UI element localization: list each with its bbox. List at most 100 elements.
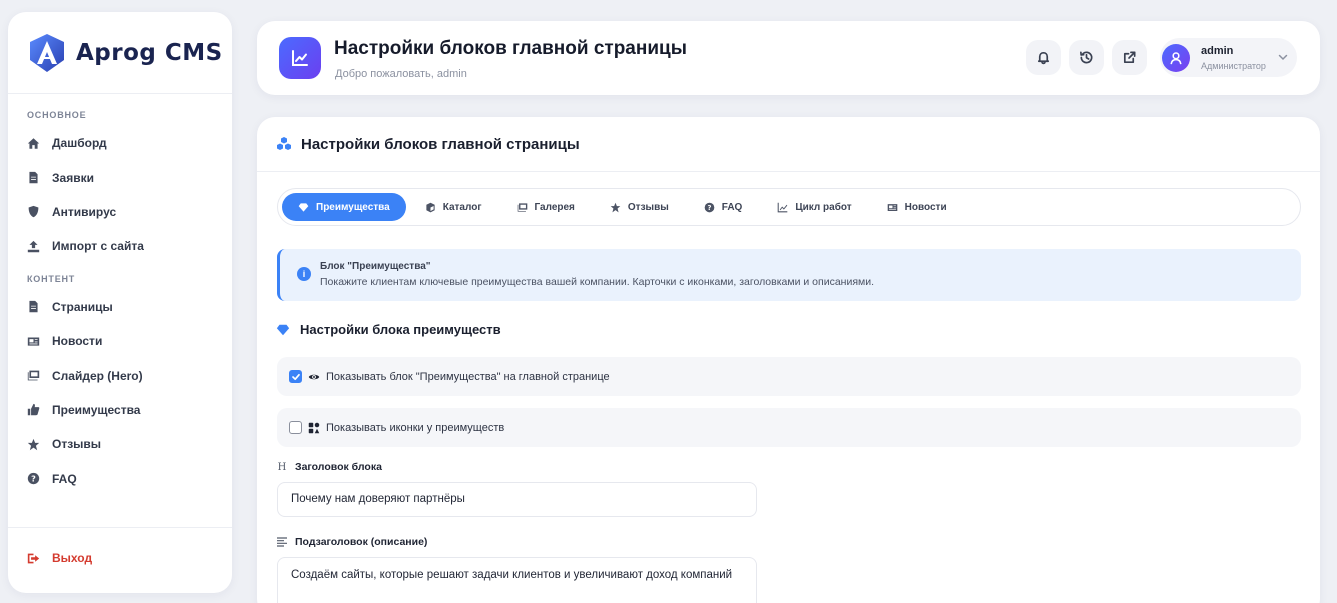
- open-site-button[interactable]: [1112, 40, 1147, 75]
- history-button[interactable]: [1069, 40, 1104, 75]
- chevron-down-icon: [1278, 54, 1288, 61]
- icons-icon: [308, 422, 320, 433]
- home-icon: [27, 137, 40, 150]
- page-title: Настройки блоков главной страницы: [334, 38, 687, 59]
- question-icon: ?: [704, 202, 715, 212]
- sidebar-item-antivirus[interactable]: Антивирус: [8, 195, 232, 229]
- file-icon: [27, 300, 40, 313]
- images-icon: [517, 202, 527, 212]
- sidebar-item-label: Преимущества: [52, 402, 141, 417]
- brand-name: Aprog CMS: [76, 39, 223, 66]
- logout-icon: [27, 553, 40, 563]
- user-icon: [1170, 51, 1182, 64]
- tab-label: Отзывы: [627, 201, 669, 213]
- show-icons-label: Показывать иконки у преимуществ: [326, 421, 505, 434]
- tab-label: Преимущества: [316, 201, 390, 213]
- page-subtitle: Добро пожаловать, admin: [335, 68, 467, 80]
- section-title: Настройки блока преимуществ: [276, 322, 501, 337]
- subheading-label-text: Подзаголовок (описание): [295, 536, 428, 548]
- heading-input[interactable]: Почему нам доверяют партнёры: [277, 482, 757, 517]
- show-icons-toggle[interactable]: Показывать иконки у преимуществ: [277, 408, 1301, 447]
- show-block-label: Показывать блок "Преимущества" на главно…: [326, 370, 610, 383]
- sidebar-item-label: Новости: [52, 334, 103, 349]
- brand-logo[interactable]: Aprog CMS: [8, 12, 232, 94]
- show-block-toggle[interactable]: Показывать блок "Преимущества" на главно…: [277, 357, 1301, 396]
- info-icon: i: [297, 267, 311, 281]
- tab-label: Каталог: [442, 201, 482, 213]
- sidebar-item-dashboard[interactable]: Дашборд: [8, 126, 232, 160]
- sidebar-item-label: Заявки: [52, 170, 94, 185]
- nav-content: Страницы Новости Слайдер (Hero) Преимуще…: [8, 290, 232, 496]
- tab-label: Цикл работ: [795, 201, 852, 213]
- sidebar-item-label: FAQ: [52, 471, 77, 486]
- card-header: Настройки блоков главной страницы: [257, 117, 1320, 172]
- shield-icon: [27, 205, 40, 218]
- tab-advantages[interactable]: Преимущества: [282, 193, 406, 221]
- sidebar-item-advantages[interactable]: Преимущества: [8, 393, 232, 427]
- nav-section-content: Контент: [27, 273, 76, 284]
- sidebar-item-label: Импорт с сайта: [52, 239, 144, 254]
- avatar: [1162, 43, 1190, 72]
- newspaper-icon: [887, 203, 897, 211]
- gem-icon: [276, 324, 290, 335]
- bell-icon: [1037, 51, 1050, 65]
- gem-icon: [298, 202, 309, 212]
- info-alert: i Блок "Преимущества" Покажите клиентам …: [277, 249, 1301, 301]
- settings-card: Настройки блоков главной страницы Преиму…: [257, 117, 1320, 603]
- show-block-checkbox[interactable]: [289, 370, 302, 383]
- tab-reviews[interactable]: Отзывы: [594, 193, 685, 221]
- sidebar-item-news[interactable]: Новости: [8, 324, 232, 358]
- sidebar-item-faq[interactable]: ? FAQ: [8, 462, 232, 496]
- tab-label: Новости: [904, 201, 947, 213]
- tab-label: Галерея: [534, 201, 575, 213]
- svg-text:?: ?: [707, 203, 711, 211]
- external-link-icon: [1123, 51, 1136, 64]
- nav-main: Дашборд Заявки Антивирус Импорт с сайта: [8, 126, 232, 264]
- sidebar-footer: Выход: [8, 527, 232, 588]
- user-role: Администратор: [1201, 61, 1266, 71]
- newspaper-icon: [27, 335, 40, 348]
- history-icon: [1080, 51, 1093, 64]
- heading-label-text: Заголовок блока: [295, 461, 382, 473]
- tab-label: FAQ: [721, 201, 743, 213]
- cubes-icon: [277, 137, 291, 150]
- chart-line-icon: [279, 37, 321, 79]
- sidebar-item-label: Слайдер (Hero): [52, 368, 143, 383]
- sidebar-item-import[interactable]: Импорт с сайта: [8, 229, 232, 263]
- subheading-label: Подзаголовок (описание): [277, 536, 427, 548]
- card-title: Настройки блоков главной страницы: [301, 135, 580, 153]
- star-icon: [27, 438, 40, 451]
- block-tabs: Преимущества Каталог Галерея Отзывы ? FA…: [277, 188, 1301, 226]
- tab-work-cycle[interactable]: Цикл работ: [761, 193, 867, 221]
- tab-catalog[interactable]: Каталог: [409, 193, 498, 221]
- tab-news[interactable]: Новости: [871, 193, 963, 221]
- alert-text: Покажите клиентам ключевые преимущества …: [320, 276, 875, 288]
- subheading-textarea[interactable]: Создаём сайты, которые решают задачи кли…: [277, 557, 757, 603]
- show-icons-checkbox[interactable]: [289, 421, 302, 434]
- user-menu[interactable]: admin Администратор: [1160, 38, 1297, 77]
- section-title-label: Настройки блока преимуществ: [300, 322, 501, 337]
- heading-label: H Заголовок блока: [277, 461, 382, 473]
- file-icon: [27, 171, 40, 184]
- page-header: Настройки блоков главной страницы Добро …: [257, 21, 1320, 95]
- check-icon: [291, 373, 300, 380]
- logout-button[interactable]: Выход: [8, 528, 232, 588]
- sidebar-item-label: Дашборд: [52, 136, 107, 151]
- logout-label: Выход: [52, 551, 93, 565]
- sidebar-item-pages[interactable]: Страницы: [8, 290, 232, 324]
- images-icon: [27, 369, 40, 382]
- tab-gallery[interactable]: Галерея: [501, 193, 591, 221]
- align-left-icon: [277, 537, 287, 547]
- cube-icon: [426, 202, 435, 212]
- sidebar-item-reviews[interactable]: Отзывы: [8, 427, 232, 461]
- nav-section-main: Основное: [27, 110, 87, 120]
- notifications-button[interactable]: [1026, 40, 1061, 75]
- heading-icon: H: [277, 461, 287, 473]
- sidebar-item-label: Антивирус: [52, 204, 117, 219]
- eye-icon: [308, 374, 320, 379]
- question-icon: ?: [27, 472, 40, 485]
- tab-faq[interactable]: ? FAQ: [688, 193, 759, 221]
- sidebar-item-requests[interactable]: Заявки: [8, 160, 232, 194]
- star-icon: [610, 202, 621, 212]
- sidebar-item-slider[interactable]: Слайдер (Hero): [8, 358, 232, 392]
